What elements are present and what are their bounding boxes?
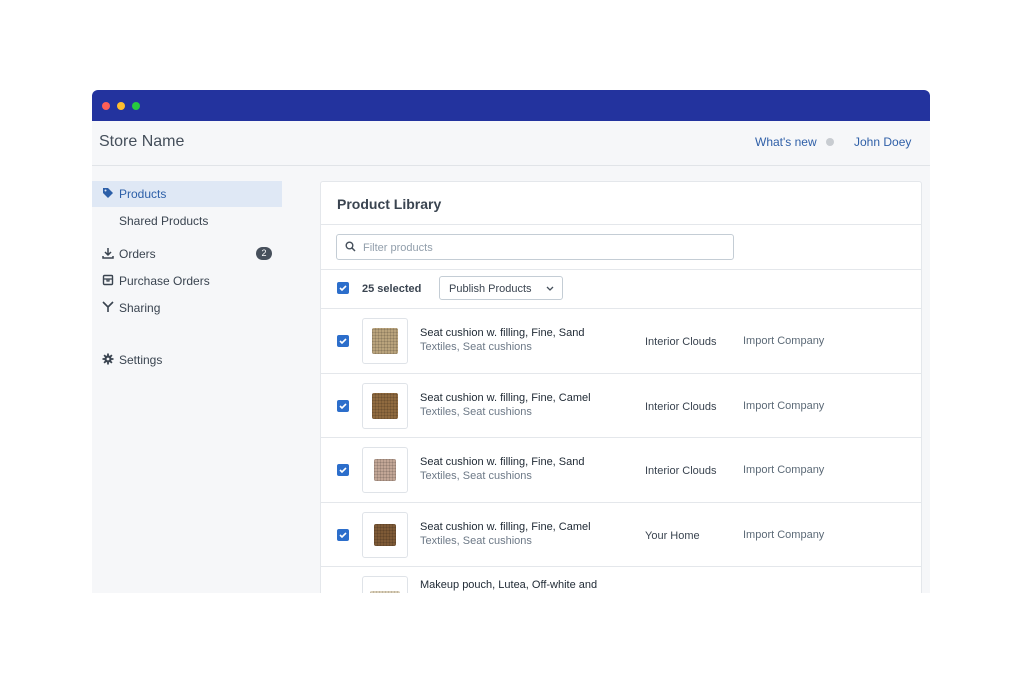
product-thumbnail (362, 318, 408, 364)
table-row[interactable]: Seat cushion w. filling, Fine, Sand Texti… (321, 308, 921, 373)
check-icon (339, 402, 347, 409)
product-name: Makeup pouch, Lutea, Off-white and (420, 579, 598, 591)
cushion-image (372, 392, 398, 419)
gear-icon (102, 353, 114, 365)
select-all-checkbox[interactable] (337, 282, 349, 294)
product-supplier: Your Home (645, 529, 700, 542)
product-importer: Import Company (743, 399, 825, 412)
box-icon (102, 274, 114, 286)
page-title: Product Library (337, 196, 442, 212)
user-menu-link[interactable]: John Doey (854, 135, 911, 149)
row-checkbox[interactable] (337, 528, 349, 541)
product-supplier: Interior Clouds (645, 465, 717, 477)
product-supplier: Interior Clouds (645, 336, 717, 348)
product-thumbnail (362, 382, 408, 429)
store-name: Store Name (99, 133, 185, 150)
sidebar-item-orders[interactable]: Orders 2 (92, 241, 282, 267)
divider (321, 269, 921, 270)
sidebar-item-label: Sharing (119, 301, 161, 315)
table-row[interactable]: Seat cushion w. filling, Fine, Camel Text… (321, 372, 921, 438)
status-dot (826, 138, 834, 146)
product-library-card: Product Library 25 selected Publish Prod… (320, 181, 922, 593)
table-row[interactable]: Makeup pouch, Lutea, Off-white and (321, 566, 921, 593)
product-importer: Import Company (743, 464, 825, 476)
sidebar-item-purchase-orders[interactable]: Purchase Orders (92, 268, 282, 294)
check-icon (339, 467, 347, 474)
chevron-down-icon (546, 286, 554, 291)
check-icon (339, 338, 347, 345)
selected-count: 25 selected (362, 283, 422, 295)
search-field[interactable] (336, 234, 734, 260)
product-name: Seat cushion w. filling, Fine, Sand (420, 456, 585, 468)
share-icon (102, 301, 114, 312)
sidebar-item-label: Products (119, 187, 167, 201)
product-name: Seat cushion w. filling, Fine, Sand (420, 327, 585, 339)
minimize-window-dot[interactable] (117, 102, 125, 110)
table-row[interactable]: Seat cushion w. filling, Fine, Sand Texti… (321, 437, 921, 502)
table-row[interactable]: Seat cushion w. filling, Fine, Camel Text… (321, 501, 921, 567)
window-titlebar (92, 90, 930, 121)
product-name: Seat cushion w. filling, Fine, Camel (420, 520, 591, 533)
whats-new-link[interactable]: What's new (755, 135, 817, 149)
app-window: Store Name What's new John Doey Products… (92, 90, 930, 593)
search-icon (345, 241, 356, 252)
divider (321, 224, 921, 225)
tag-icon (103, 188, 113, 198)
orders-count-badge: 2 (256, 247, 272, 260)
product-name: Seat cushion w. filling, Fine, Camel (420, 391, 591, 404)
product-category: Textiles, Seat cushions (420, 470, 532, 482)
product-category: Textiles, Seat cushions (420, 405, 532, 418)
publish-products-label: Publish Products (449, 283, 532, 295)
product-category: Textiles, Seat cushions (420, 534, 532, 547)
top-bar: Store Name What's new John Doey (92, 121, 930, 166)
cushion-image (374, 523, 396, 546)
check-icon (339, 285, 347, 292)
product-importer: Import Company (743, 335, 825, 347)
sidebar: Products Shared Products Orders 2 Purcha… (92, 181, 282, 373)
product-thumbnail (362, 447, 408, 493)
product-importer: Import Company (743, 528, 825, 541)
maximize-window-dot[interactable] (132, 102, 140, 110)
sidebar-item-label: Purchase Orders (119, 274, 210, 288)
product-supplier: Interior Clouds (645, 400, 717, 413)
close-window-dot[interactable] (102, 102, 110, 110)
product-category: Textiles, Seat cushions (420, 341, 532, 353)
sidebar-item-label: Orders (119, 247, 156, 261)
product-thumbnail (362, 511, 408, 558)
product-thumbnail (362, 576, 408, 593)
sidebar-item-settings[interactable]: Settings (92, 347, 282, 373)
publish-products-button[interactable]: Publish Products (439, 276, 563, 300)
sidebar-item-shared-products[interactable]: Shared Products (92, 208, 282, 234)
sidebar-item-products[interactable]: Products (92, 181, 282, 207)
search-input[interactable] (361, 238, 725, 258)
sidebar-item-sharing[interactable]: Sharing (92, 295, 282, 321)
check-icon (339, 531, 347, 538)
row-checkbox[interactable] (337, 399, 349, 412)
cushion-image (370, 591, 400, 593)
row-checkbox[interactable] (337, 335, 349, 347)
sidebar-item-label: Shared Products (119, 214, 209, 228)
cushion-image (372, 328, 398, 354)
cushion-image (374, 459, 396, 481)
download-icon (102, 248, 114, 259)
row-checkbox[interactable] (337, 464, 349, 476)
sidebar-item-label: Settings (119, 353, 163, 367)
